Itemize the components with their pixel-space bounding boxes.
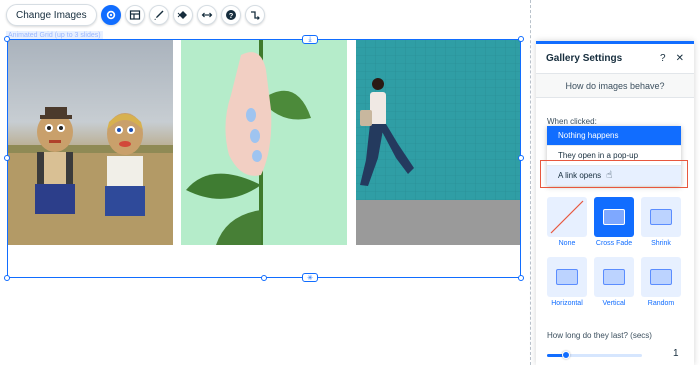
stretch-handle-icon[interactable]: ✳ xyxy=(302,273,318,282)
resize-handle-bottom[interactable] xyxy=(261,275,267,281)
section-title: How do images behave? xyxy=(536,74,694,98)
transition-label-random: Random xyxy=(647,300,675,307)
page-edge-divider xyxy=(530,0,531,365)
help-icon[interactable]: ? xyxy=(660,53,666,64)
none-slash-icon xyxy=(550,200,584,234)
download-icon[interactable]: ⤓ xyxy=(302,35,318,44)
image-icon xyxy=(603,209,625,225)
resize-handle-left[interactable] xyxy=(4,155,10,161)
transition-label-cross-fade: Cross Fade xyxy=(595,240,633,247)
transition-label-shrink: Shrink xyxy=(651,240,671,247)
resize-handle-top-right[interactable] xyxy=(518,36,524,42)
panel-title: Gallery Settings xyxy=(546,53,623,64)
animation-icon[interactable] xyxy=(172,5,193,25)
link-icon[interactable] xyxy=(244,5,265,25)
duration-slider-knob[interactable] xyxy=(562,351,570,359)
transition-label-none: None xyxy=(558,240,576,247)
transition-horizontal[interactable] xyxy=(547,257,587,297)
highlight-box xyxy=(540,160,688,188)
duration-slider[interactable] xyxy=(547,351,642,359)
svg-text:?: ? xyxy=(228,11,233,20)
resize-handle-right[interactable] xyxy=(518,155,524,161)
image-icon xyxy=(650,209,672,225)
transition-vertical[interactable] xyxy=(594,257,634,297)
image-icon xyxy=(603,269,625,285)
gallery-selection-frame[interactable] xyxy=(7,39,521,278)
image-icon xyxy=(556,269,578,285)
close-icon[interactable]: ✕ xyxy=(676,53,684,64)
resize-handle-top-left[interactable] xyxy=(4,36,10,42)
option-nothing-happens[interactable]: Nothing happens xyxy=(547,126,681,146)
transition-none[interactable] xyxy=(547,197,587,237)
help-icon[interactable]: ? xyxy=(220,5,241,25)
stretch-icon[interactable] xyxy=(196,5,217,25)
duration-value: 1 xyxy=(673,348,679,359)
layout-icon[interactable] xyxy=(124,5,145,25)
resize-handle-bottom-right[interactable] xyxy=(518,275,524,281)
transition-label-vertical: Vertical xyxy=(602,300,626,307)
change-images-button[interactable]: Change Images xyxy=(6,4,97,26)
transition-shrink[interactable] xyxy=(641,197,681,237)
design-icon[interactable] xyxy=(148,5,169,25)
panel-header: Gallery Settings ? ✕ xyxy=(536,44,694,74)
transition-label-horizontal: Horizontal xyxy=(551,300,583,307)
editor-canvas: Change Images ? Animated Grid (up to 3 s… xyxy=(0,0,700,365)
when-clicked-label: When clicked: xyxy=(547,117,597,126)
settings-icon[interactable] xyxy=(100,5,121,25)
transition-cross-fade[interactable] xyxy=(594,197,634,237)
gallery-toolbar: Change Images ? xyxy=(6,3,265,27)
resize-handle-bottom-left[interactable] xyxy=(4,275,10,281)
duration-label: How long do they last? (secs) xyxy=(547,331,652,340)
transition-random[interactable] xyxy=(641,257,681,297)
gallery-settings-panel: Gallery Settings ? ✕ How do images behav… xyxy=(536,41,694,365)
image-icon xyxy=(650,269,672,285)
